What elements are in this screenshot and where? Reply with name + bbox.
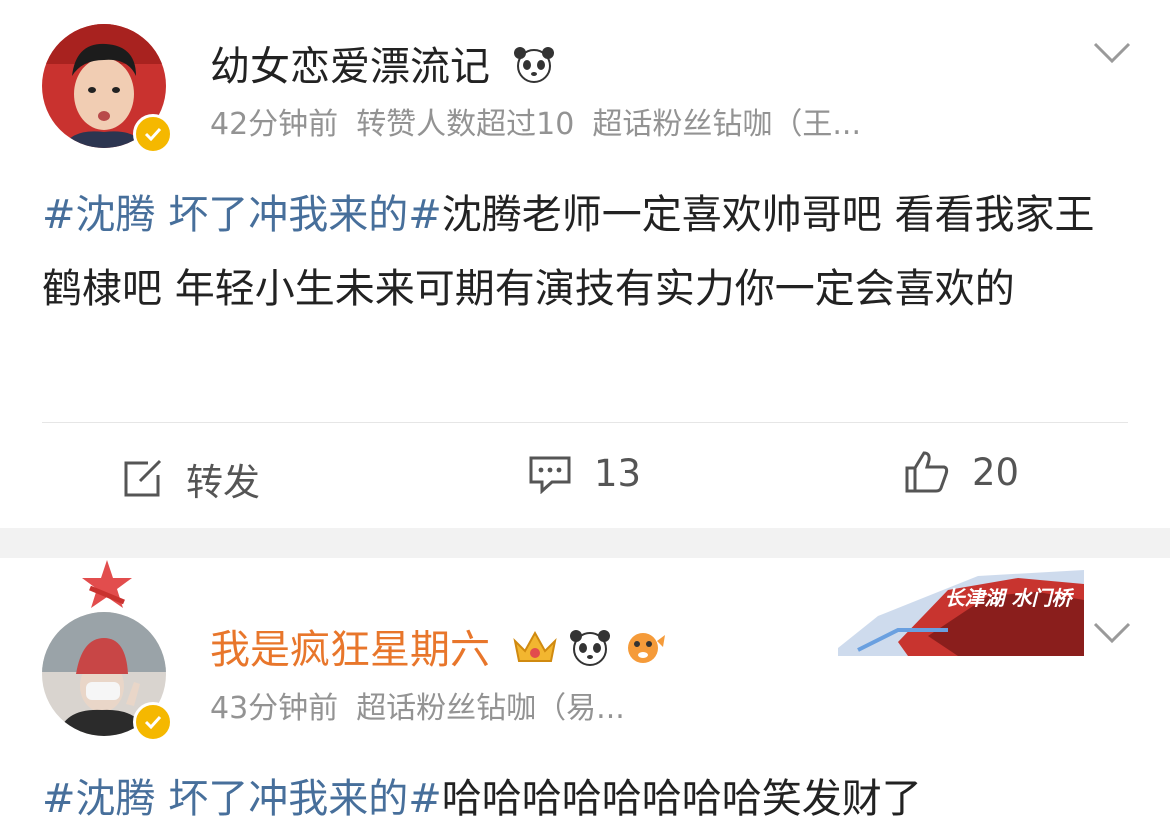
verified-badge-icon [133, 702, 173, 742]
post-meta: 42分钟前 转赞人数超过10 超话粉丝钻咖（王... [210, 107, 879, 143]
pufferfish-emoji-icon [621, 627, 667, 678]
username[interactable]: 我是疯狂星期六 [210, 626, 667, 678]
crown-emoji-icon [511, 627, 559, 678]
chevron-down-icon[interactable] [1092, 620, 1132, 646]
avatar-decoration-icon [80, 558, 134, 612]
fan-badge[interactable]: 超话粉丝钻咖（王... [592, 107, 861, 142]
post-time: 42分钟前 [210, 107, 339, 142]
comment-count: 13 [594, 452, 642, 495]
repost-label: 转发 [186, 461, 260, 504]
repost-button[interactable]: 转发 [122, 452, 260, 506]
repost-note: 转赞人数超过10 [356, 107, 575, 142]
card-banner: 长津湖 水门桥 [838, 570, 1084, 656]
post-card: 幼女恋爱漂流记 42分钟前 转赞人数超过10 超话粉丝钻咖（王... #沈腾 坏了冲… [0, 0, 1170, 528]
post-separator [0, 528, 1170, 558]
repost-icon [124, 459, 162, 497]
topic-tag[interactable]: #沈腾 坏了冲我来的# [42, 192, 442, 238]
post-content: #沈腾 坏了冲我来的#哈哈哈哈哈哈哈哈笑发财了 [42, 762, 1128, 822]
post-text: 哈哈哈哈哈哈哈哈笑发财了 [441, 776, 922, 822]
topic-tag[interactable]: #沈腾 坏了冲我来的# [42, 776, 442, 822]
thumbs-up-icon [905, 451, 949, 493]
username[interactable]: 幼女恋爱漂流记 [210, 43, 557, 95]
divider [42, 422, 1128, 423]
like-count: 20 [972, 450, 1020, 494]
comment-button[interactable]: 13 [528, 452, 641, 495]
post-meta: 43分钟前 超话粉丝钻咖（易... [210, 691, 643, 727]
comment-icon [529, 456, 571, 494]
like-button[interactable]: 20 [904, 450, 1019, 494]
post-time: 43分钟前 [210, 691, 339, 726]
post-content: #沈腾 坏了冲我来的#沈腾老师一定喜欢帅哥吧 看看我家王鹤棣吧 年轻小生未来可期… [42, 178, 1128, 326]
post-card: 我是疯狂星期六 43分钟前 超话粉丝钻咖（易... 长津湖 水门桥 #沈腾 坏了冲… [0, 558, 1170, 822]
verified-badge-icon [133, 114, 173, 154]
username-text[interactable]: 我是疯狂星期六 [210, 627, 490, 673]
panda-emoji-icon [511, 44, 557, 95]
fan-badge[interactable]: 超话粉丝钻咖（易... [356, 691, 625, 726]
username-text[interactable]: 幼女恋爱漂流记 [210, 44, 490, 90]
chevron-down-icon[interactable] [1092, 40, 1132, 66]
panda-emoji-icon [567, 627, 613, 678]
banner-text: 长津湖 水门桥 [944, 586, 1072, 610]
